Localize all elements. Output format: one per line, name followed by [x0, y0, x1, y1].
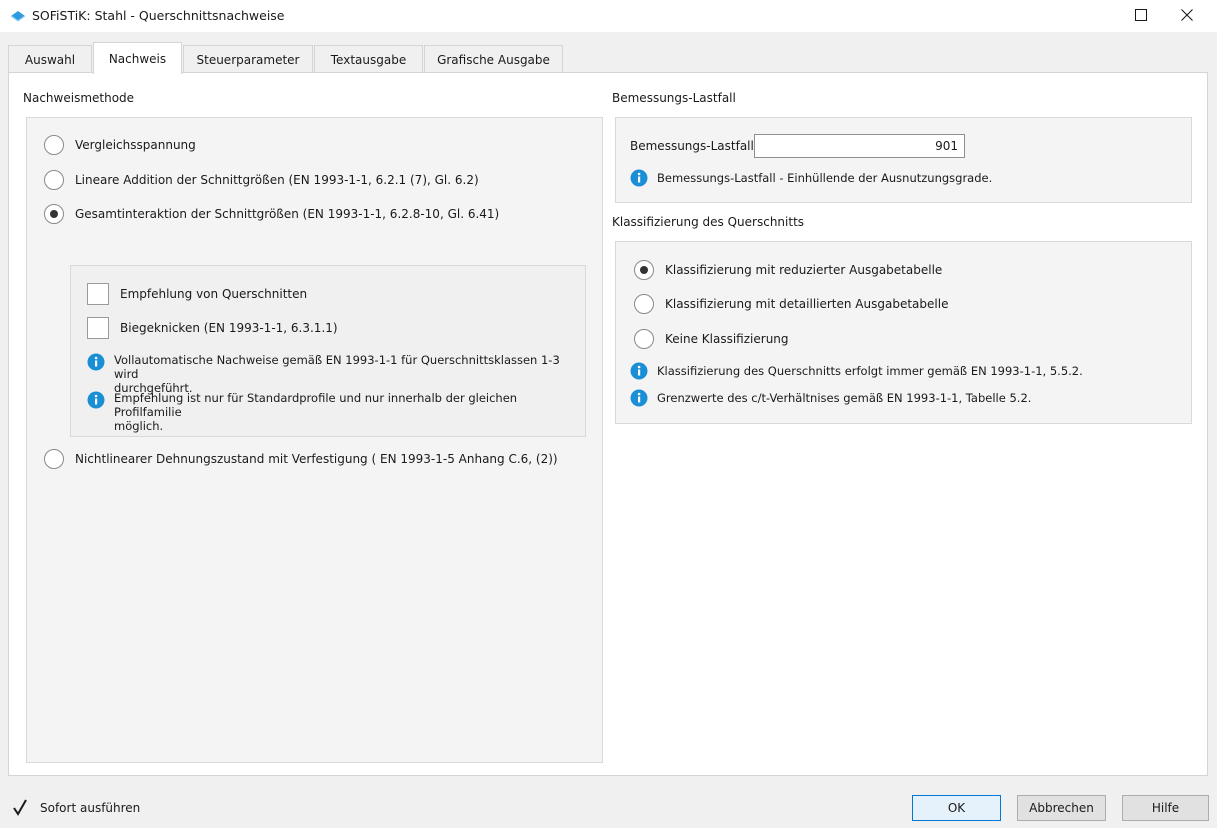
info-icon	[630, 389, 648, 407]
radio-vergleichsspannung[interactable]	[44, 135, 64, 155]
info-empfehlung-line2: möglich.	[114, 419, 164, 433]
lastfall-input[interactable]: 901	[754, 134, 965, 158]
lastfall-group: Bemessungs-Lastfall: 901 Bemessungs-Last…	[615, 117, 1192, 203]
info-vollautomatisch-line1: Vollautomatische Nachweise gemäß EN 1993…	[114, 353, 560, 381]
ok-button[interactable]: OK	[912, 795, 1001, 821]
close-button[interactable]	[1164, 0, 1210, 32]
check-biegeknicken-label: Biegeknicken (EN 1993-1-1, 6.3.1.1)	[120, 321, 338, 335]
option-klass-detailliert[interactable]: Klassifizierung mit detaillierten Ausgab…	[634, 294, 948, 314]
lastfall-title: Bemessungs-Lastfall	[612, 91, 736, 105]
check-empfehlung[interactable]: Empfehlung von Querschnitten	[87, 283, 307, 305]
info-icon	[87, 391, 105, 409]
tab-content-panel: Nachweismethode Vergleichsspannung Linea…	[8, 72, 1208, 776]
option-klass-keine-label: Keine Klassifizierung	[665, 332, 789, 346]
radio-klass-detailliert[interactable]	[634, 294, 654, 314]
maximize-icon	[1135, 9, 1147, 21]
info-empfehlung-standardprofile: Empfehlung ist nur für Standardprofile u…	[87, 391, 585, 433]
option-klass-reduziert[interactable]: Klassifizierung mit reduzierter Ausgabet…	[634, 260, 942, 280]
info-empfehlung-line1: Empfehlung ist nur für Standardprofile u…	[114, 391, 518, 419]
hilfe-button[interactable]: Hilfe	[1122, 795, 1209, 821]
option-nichtlinear-label: Nichtlinearer Dehnungszustand mit Verfes…	[75, 452, 558, 466]
info-lastfall: Bemessungs-Lastfall - Einhüllende der Au…	[630, 169, 992, 187]
info-klass-tabelle52-text: Grenzwerte des c/t-Verhältnises gemäß EN…	[657, 391, 1032, 405]
option-klass-detailliert-label: Klassifizierung mit detaillierten Ausgab…	[665, 297, 949, 311]
option-vergleichsspannung[interactable]: Vergleichsspannung	[44, 135, 196, 155]
option-nichtlinear[interactable]: Nichtlinearer Dehnungszustand mit Verfes…	[44, 449, 558, 469]
option-vergleichsspannung-label: Vergleichsspannung	[75, 138, 196, 152]
tab-textausgabe[interactable]: Textausgabe	[314, 45, 423, 74]
window-title: SOFiSTiK: Stahl - Querschnittsnachweise	[32, 8, 285, 23]
info-klass-552: Klassifizierung des Querschnitts erfolgt…	[630, 362, 1083, 380]
sofistik-logo-icon	[10, 11, 26, 22]
radio-nichtlinear[interactable]	[44, 449, 64, 469]
nachweismethode-group: Vergleichsspannung Lineare Addition der …	[26, 117, 603, 763]
radio-klass-keine[interactable]	[634, 329, 654, 349]
title-bar: SOFiSTiK: Stahl - Querschnittsnachweise	[0, 0, 1217, 32]
option-lineare-addition-label: Lineare Addition der Schnittgrößen (EN 1…	[75, 173, 479, 187]
checkbox-empfehlung[interactable]	[87, 283, 109, 305]
tab-grafische-ausgabe[interactable]: Grafische Ausgabe	[424, 45, 563, 74]
check-biegeknicken[interactable]: Biegeknicken (EN 1993-1-1, 6.3.1.1)	[87, 317, 338, 339]
checkbox-biegeknicken[interactable]	[87, 317, 109, 339]
close-icon	[1181, 9, 1193, 21]
maximize-button[interactable]	[1118, 0, 1164, 32]
tab-steuerparameter[interactable]: Steuerparameter	[183, 45, 313, 74]
radio-gesamtinteraktion[interactable]	[44, 204, 64, 224]
sofort-ausfuehren-label: Sofort ausführen	[40, 801, 141, 815]
info-klass-552-text: Klassifizierung des Querschnitts erfolgt…	[657, 364, 1083, 378]
abbrechen-button[interactable]: Abbrechen	[1017, 795, 1106, 821]
radio-klass-reduziert[interactable]	[634, 260, 654, 280]
check-empfehlung-label: Empfehlung von Querschnitten	[120, 287, 308, 301]
info-vollautomatisch: Vollautomatische Nachweise gemäß EN 1993…	[87, 353, 585, 395]
info-icon	[630, 362, 648, 380]
info-icon	[87, 353, 105, 371]
info-icon	[630, 169, 648, 187]
info-lastfall-text: Bemessungs-Lastfall - Einhüllende der Au…	[657, 171, 993, 185]
tab-nachweis[interactable]: Nachweis	[93, 42, 182, 74]
tab-auswahl[interactable]: Auswahl	[8, 45, 92, 74]
gesamtinteraktion-suboptions: Empfehlung von Querschnitten Biegeknicke…	[70, 265, 586, 437]
radio-lineare-addition[interactable]	[44, 170, 64, 190]
klassifizierung-group: Klassifizierung mit reduzierter Ausgabet…	[615, 241, 1192, 424]
checkmark-icon	[13, 799, 27, 816]
option-lineare-addition[interactable]: Lineare Addition der Schnittgrößen (EN 1…	[44, 170, 479, 190]
sofort-ausfuehren-checkbox[interactable]	[10, 798, 30, 818]
option-klass-keine[interactable]: Keine Klassifizierung	[634, 329, 789, 349]
option-gesamtinteraktion-label: Gesamtinteraktion der Schnittgrößen (EN …	[75, 207, 500, 221]
nachweismethode-title: Nachweismethode	[23, 91, 135, 105]
lastfall-field-label: Bemessungs-Lastfall:	[630, 139, 758, 153]
klassifizierung-title: Klassifizierung des Querschnitts	[612, 215, 805, 229]
info-klass-tabelle52: Grenzwerte des c/t-Verhältnises gemäß EN…	[630, 389, 1031, 407]
option-gesamtinteraktion[interactable]: Gesamtinteraktion der Schnittgrößen (EN …	[44, 204, 499, 224]
option-klass-reduziert-label: Klassifizierung mit reduzierter Ausgabet…	[665, 263, 943, 277]
